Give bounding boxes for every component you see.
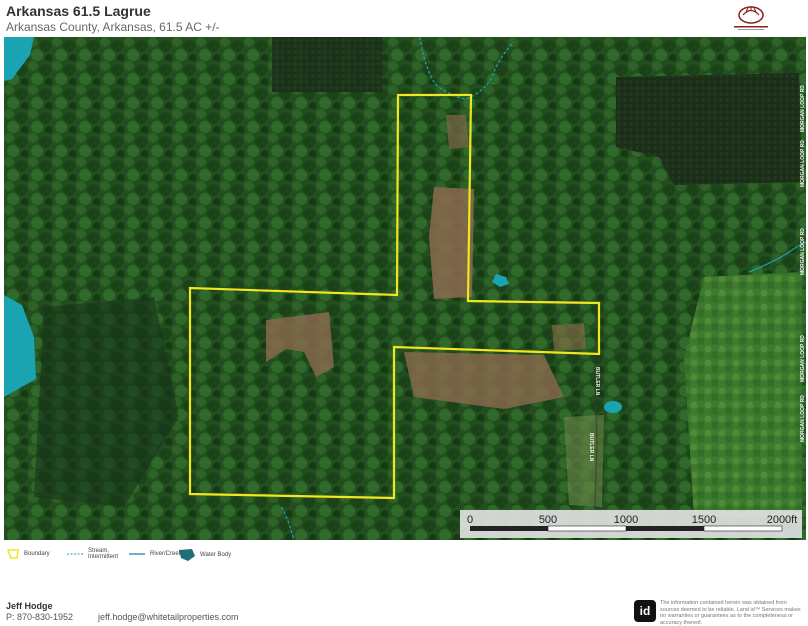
scale-bar: 0 500 1000 1500 2000ft	[460, 510, 802, 538]
disclaimer-text: The information contained herein was obt…	[660, 600, 801, 626]
water-body-icon	[179, 549, 195, 561]
legend-item: Stream, Intermittent	[66, 548, 128, 560]
page-subtitle: Arkansas County, Arkansas, 61.5 AC +/-	[6, 20, 220, 34]
page-title: Arkansas 61.5 Lagrue	[6, 3, 151, 19]
road-label: MORGAN LOOP RD	[800, 140, 806, 187]
map-legend: Boundary Stream, Intermittent River/Cree…	[6, 548, 406, 568]
agent-name: Jeff Hodge	[6, 601, 53, 611]
river-icon	[129, 553, 145, 555]
road-label: MORGAN LOOP RD	[800, 335, 806, 382]
water-body	[604, 401, 622, 413]
agent-phone[interactable]: P: 870-830-1952	[6, 612, 73, 622]
boundary-icon	[6, 549, 19, 559]
satellite-map[interactable]: MORGAN LOOP RD MORGAN LOOP RD MORGAN LOO…	[4, 37, 806, 540]
legend-label: River/Creek	[150, 551, 182, 557]
legend-item: Water Body	[178, 548, 231, 562]
company-logo	[728, 4, 774, 34]
road-label: MORGAN LOOP RD	[800, 85, 806, 132]
legend-label: Water Body	[200, 552, 232, 558]
scale-label: 500	[539, 514, 557, 526]
road-label: BUTLER LN	[588, 433, 594, 462]
landid-badge: id	[634, 600, 656, 622]
legend-item: Boundary	[6, 548, 50, 560]
legend-label: Stream, Intermittent	[88, 548, 119, 560]
road-label: MORGAN LOOP RD	[800, 395, 806, 442]
road-label: MORGAN LOOP RD	[800, 228, 806, 275]
scale-label: 1500	[692, 514, 716, 526]
scale-label: 0	[467, 514, 473, 526]
scale-label: 1000	[614, 514, 638, 526]
legend-item: River/Creek	[128, 548, 182, 560]
agent-email[interactable]: jeff.hodge@whitetailproperties.com	[98, 612, 239, 622]
road-label: BUTLER LN	[594, 367, 600, 396]
legend-label: Boundary	[24, 551, 50, 557]
scale-label: 2000ft	[767, 514, 798, 526]
stream-icon	[67, 553, 83, 555]
